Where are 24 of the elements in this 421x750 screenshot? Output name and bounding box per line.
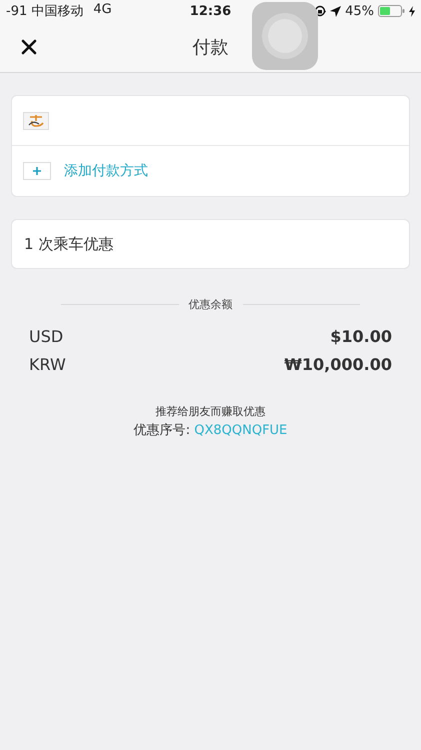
promo-code-link[interactable]: QX8QQNQFUE [194, 423, 288, 438]
battery-icon [378, 5, 405, 17]
carrier-signal: -91 中国移动 [6, 3, 84, 20]
location-arrow-icon [330, 6, 342, 16]
promo-card[interactable]: 1 次乘车优惠 [11, 219, 410, 269]
network-type: 4G [93, 2, 112, 19]
currency-label: USD [29, 326, 64, 346]
balance-amount: ₩10,000.00 [284, 354, 392, 374]
add-payment-link[interactable]: 添加付款方式 [64, 162, 148, 180]
status-time: 12:36 [188, 4, 232, 18]
plus-icon [23, 162, 51, 180]
battery-percent: 45% [345, 4, 374, 18]
balance-amount: $10.00 [330, 326, 392, 346]
promo-label: 1 次乘车优惠 [24, 234, 114, 254]
currency-label: KRW [29, 354, 66, 374]
referral-text: 推荐给朋友而赚取优惠 [156, 404, 266, 419]
charging-bolt-icon [409, 6, 415, 16]
close-icon [21, 39, 37, 55]
page-title: 付款 [192, 36, 230, 59]
rotation-lock-icon [314, 5, 326, 17]
balance-title: 优惠余额 [188, 297, 232, 312]
assistive-touch-button[interactable] [252, 2, 318, 70]
code-label: 优惠序号: [134, 423, 192, 438]
payment-logo-icon [23, 112, 49, 130]
